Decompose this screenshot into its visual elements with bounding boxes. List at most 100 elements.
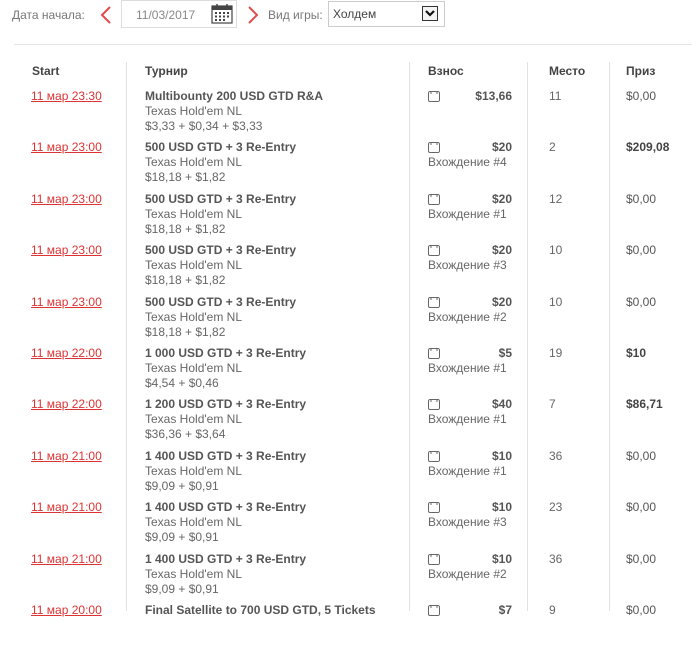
finish-place: 10: [549, 294, 563, 309]
tournament-name: 1 400 USD GTD + 3 Re-Entry: [145, 500, 307, 515]
game-type: Texas Hold'em NL: [145, 566, 242, 581]
tournament-name: 1 400 USD GTD + 3 Re-Entry: [145, 551, 307, 566]
buyin-amount: $10: [491, 551, 512, 566]
chevron-right-icon: [248, 6, 259, 24]
finish-place: 23: [549, 500, 563, 515]
finish-place: 36: [549, 448, 563, 463]
filter-divider: [14, 44, 692, 45]
table-row: 11 мар 21:00 1 400 USD GTD + 3 Re-Entry …: [0, 449, 700, 500]
table-row: 11 мар 23:30 Multibounty 200 USD GTD R&A…: [0, 89, 700, 140]
start-time-link[interactable]: 11 мар 22:00: [31, 397, 102, 411]
prize-amount: $0,00: [626, 551, 657, 566]
tournament-name: 500 USD GTD + 3 Re-Entry: [145, 191, 297, 206]
entry-number: Вхождение #1: [428, 361, 507, 375]
prize-amount: $10: [626, 346, 647, 360]
game-type: Texas Hold'em NL: [145, 361, 242, 375]
prize-amount: $86,71: [626, 397, 663, 412]
buyin-amount: $40: [491, 397, 512, 412]
entry-number: Вхождение #1: [428, 412, 507, 427]
start-time-link[interactable]: 11 мар 23:00: [31, 192, 102, 206]
fee-breakdown: $4,54 + $0,46: [145, 376, 219, 390]
buyin-amount: $7: [498, 603, 512, 617]
game-type: Texas Hold'em NL: [145, 515, 242, 530]
prize-amount: $0,00: [626, 89, 657, 103]
game-type-label: Вид игры:: [268, 8, 323, 22]
tournament-table: Start Турнир Взнос Место Приз 11 мар 23:…: [0, 48, 700, 617]
start-date-label: Дата начала:: [12, 8, 85, 22]
start-time-link[interactable]: 11 мар 21:00: [31, 500, 102, 514]
finish-place: 7: [549, 397, 556, 412]
game-type: Texas Hold'em NL: [145, 309, 242, 324]
game-type-value: Холдем: [333, 7, 377, 21]
fee-breakdown: $3,33 + $0,34 + $3,33: [145, 119, 263, 133]
header-tournament[interactable]: Турнир: [145, 64, 188, 78]
tournament-name: 1 200 USD GTD + 3 Re-Entry: [145, 397, 307, 412]
game-type: Texas Hold'em NL: [145, 104, 242, 118]
filter-bar: Дата начала: 11/03/2017 Вид игры: Холдем: [0, 0, 700, 30]
header-prize[interactable]: Приз: [626, 64, 655, 78]
entry-number: Вхождение #3: [428, 515, 507, 530]
next-date-button[interactable]: [246, 6, 260, 24]
prize-amount: $0,00: [626, 448, 657, 463]
buyin-amount: $20: [491, 140, 512, 155]
finish-place: 9: [549, 603, 556, 617]
start-time-link[interactable]: 11 мар 23:30: [31, 89, 102, 103]
table-row: 11 мар 21:00 1 400 USD GTD + 3 Re-Entry …: [0, 552, 700, 603]
table-row: 11 мар 23:00 500 USD GTD + 3 Re-Entry Te…: [0, 192, 700, 243]
tournament-name: 500 USD GTD + 3 Re-Entry: [145, 140, 297, 155]
date-value: 11/03/2017: [136, 8, 196, 22]
fee-breakdown: $9,09 + $0,91: [145, 581, 219, 596]
start-time-link[interactable]: 11 мар 20:00: [31, 603, 102, 617]
fee-breakdown: $18,18 + $1,82: [145, 273, 226, 288]
finish-place: 10: [549, 243, 563, 258]
prize-amount: $209,08: [626, 140, 670, 155]
table-row: 11 мар 23:00 500 USD GTD + 3 Re-Entry Te…: [0, 295, 700, 346]
game-type: Texas Hold'em NL: [145, 155, 242, 170]
entry-number: Вхождение #2: [428, 309, 507, 324]
buyin-amount: $20: [491, 243, 512, 258]
entry-number: Вхождение #1: [428, 206, 507, 221]
buyin-amount: $10: [491, 448, 512, 463]
start-time-link[interactable]: 11 мар 22:00: [31, 346, 102, 360]
table-row: 11 мар 22:00 1 000 USD GTD + 3 Re-Entry …: [0, 346, 700, 397]
tournament-name: 1 400 USD GTD + 3 Re-Entry: [145, 448, 307, 463]
game-type: Texas Hold'em NL: [145, 463, 242, 478]
finish-place: 19: [549, 346, 563, 360]
date-field[interactable]: 11/03/2017: [121, 0, 237, 28]
game-type: Texas Hold'em NL: [145, 206, 242, 221]
prize-amount: $0,00: [626, 191, 657, 206]
entry-number: Вхождение #4: [428, 155, 507, 170]
game-type-select[interactable]: Холдем: [328, 1, 445, 27]
start-time-link[interactable]: 11 мар 21:00: [31, 449, 102, 463]
game-type: Texas Hold'em NL: [145, 412, 242, 427]
prev-date-button[interactable]: [99, 6, 113, 24]
fee-breakdown: $18,18 + $1,82: [145, 324, 226, 339]
table-row: 11 мар 22:00 1 200 USD GTD + 3 Re-Entry …: [0, 397, 700, 448]
buyin-amount: $20: [491, 294, 512, 309]
fee-breakdown: $18,18 + $1,82: [145, 221, 226, 236]
header-place[interactable]: Место: [549, 64, 585, 78]
tournament-name: 1 000 USD GTD + 3 Re-Entry: [145, 346, 307, 360]
chevron-down-icon[interactable]: [422, 6, 438, 21]
start-time-link[interactable]: 11 мар 21:00: [31, 552, 102, 566]
calendar-icon[interactable]: [211, 4, 233, 27]
tournament-name: 500 USD GTD + 3 Re-Entry: [145, 243, 297, 258]
prize-amount: $0,00: [626, 243, 657, 258]
tournament-name: Final Satellite to 700 USD GTD, 5 Ticket…: [145, 603, 376, 617]
fee-breakdown: $9,09 + $0,91: [145, 530, 219, 545]
prize-amount: $0,00: [626, 500, 657, 515]
start-time-link[interactable]: 11 мар 23:00: [31, 295, 102, 309]
header-buyin[interactable]: Взнос: [428, 64, 464, 78]
buyin-amount: $5: [498, 346, 512, 360]
entry-number: Вхождение #3: [428, 258, 507, 273]
start-time-link[interactable]: 11 мар 23:00: [31, 140, 102, 154]
chevron-left-icon: [100, 6, 111, 24]
finish-place: 2: [549, 140, 556, 155]
header-start[interactable]: Start: [32, 64, 59, 78]
finish-place: 36: [549, 551, 563, 566]
table-row: 11 мар 23:00 500 USD GTD + 3 Re-Entry Te…: [0, 243, 700, 294]
prize-amount: $0,00: [626, 603, 657, 617]
fee-breakdown: $18,18 + $1,82: [145, 170, 226, 185]
finish-place: 11: [549, 89, 562, 103]
start-time-link[interactable]: 11 мар 23:00: [31, 243, 102, 257]
